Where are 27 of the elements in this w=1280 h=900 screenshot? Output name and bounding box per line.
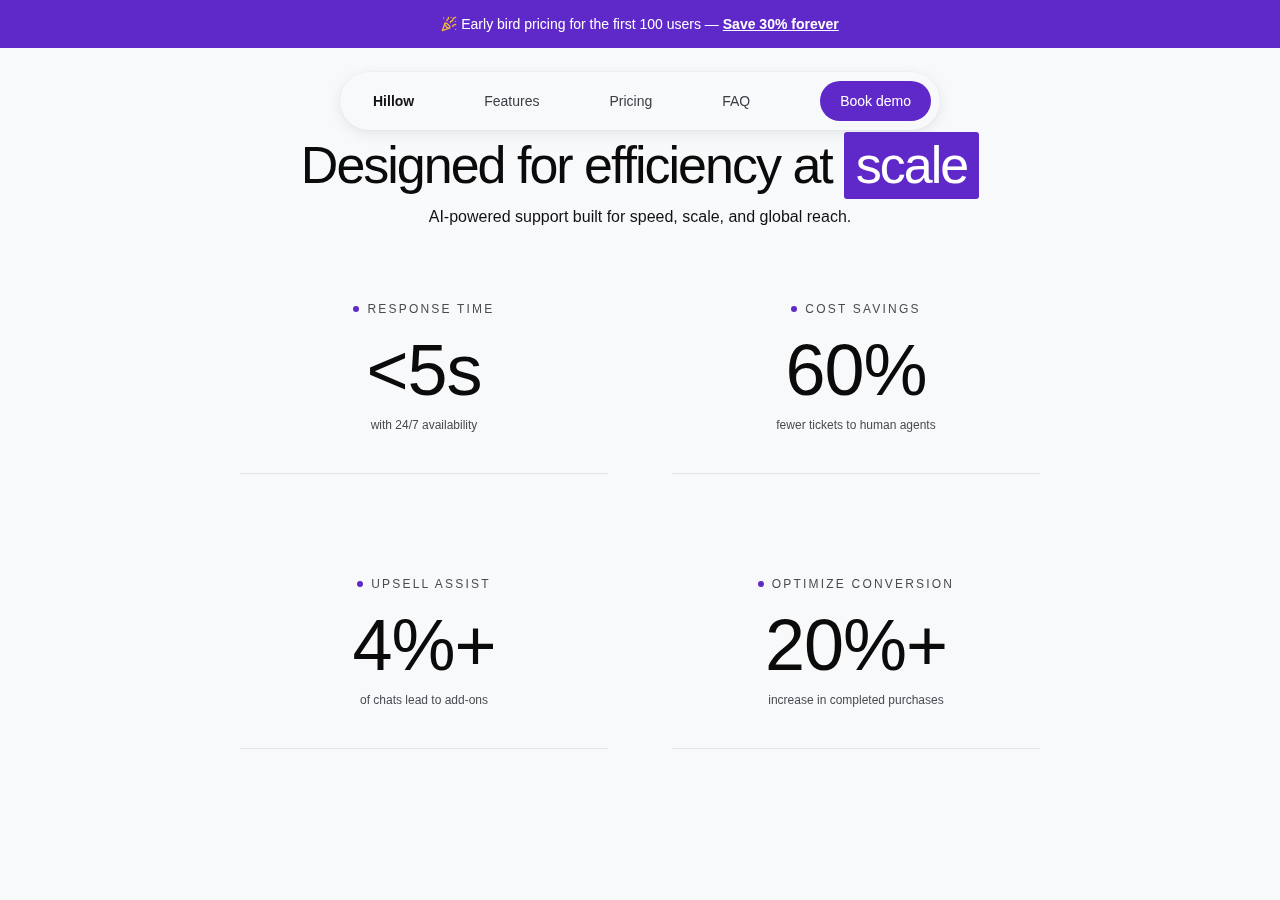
- stat-value: 60%: [785, 333, 927, 407]
- stat-label: RESPONSE TIME: [367, 302, 495, 316]
- nav-link[interactable]: FAQ: [722, 93, 751, 109]
- stat-label: OPTIMIZE CONVERSION: [771, 577, 955, 591]
- stat-caption: increase in completed purchases: [768, 693, 944, 707]
- stat-caption: of chats lead to add-ons: [359, 693, 489, 707]
- party-popper-icon: [441, 16, 458, 32]
- promo-text: Early bird pricing for the first 100 users —: [461, 16, 719, 32]
- dot-icon: [353, 306, 360, 312]
- dot-icon: [357, 581, 364, 587]
- stat-caption: with 24/7 availability: [370, 418, 478, 432]
- stat-value: 4%+: [352, 608, 496, 682]
- stat-label: COST SAVINGS: [805, 302, 921, 316]
- promo-link[interactable]: Save 30% forever: [722, 16, 839, 32]
- highlighted-word: scale: [843, 132, 980, 199]
- hero-heading: Designed for efficiency at: [300, 135, 832, 196]
- dot-icon: [791, 306, 798, 312]
- stat-value: <5s: [366, 333, 482, 407]
- dot-icon: [757, 581, 764, 587]
- stat-caption: fewer tickets to human agents: [776, 418, 936, 432]
- nav-link[interactable]: Features: [484, 93, 540, 109]
- brand-name[interactable]: Hillow: [373, 93, 415, 109]
- book-demo-button[interactable]: Book demo: [820, 81, 931, 121]
- stat-value: 20%+: [764, 608, 948, 682]
- stat-label: UPSELL ASSIST: [371, 577, 491, 591]
- nav-link[interactable]: Pricing: [609, 93, 653, 109]
- hero-subtitle: AI-powered support built for speed, scale, and global reach.: [428, 207, 852, 227]
